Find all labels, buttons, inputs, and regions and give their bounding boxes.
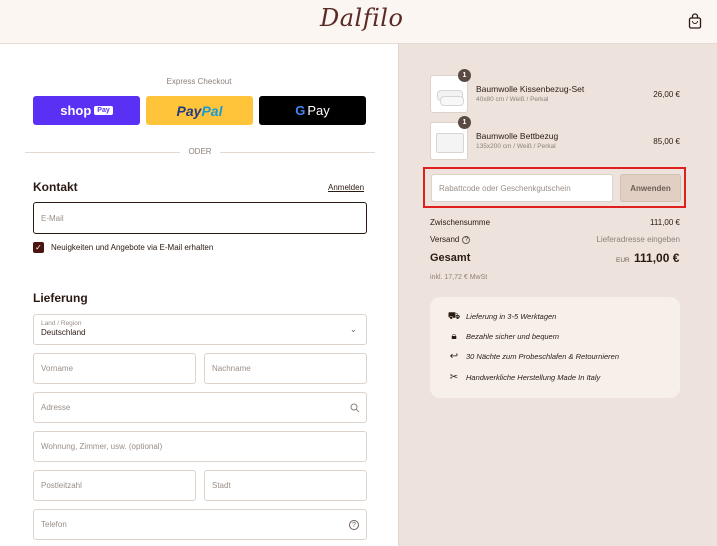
quantity-badge: 1 [458,69,471,82]
country-value: Deutschland [41,328,86,337]
login-link[interactable]: Anmelden [328,183,364,192]
item-name: Baumwolle Bettbezug [476,131,559,141]
google-pay-text: Pay [307,103,330,118]
brand-logo[interactable]: Dalfilo [320,4,403,32]
cart-item: 1 Baumwolle Bettbezug 135x200 cm / Weiß … [430,116,680,160]
benefits-box: ⛟ Lieferung in 3-5 Werktagen 🔒︎ Bezahle si… [430,297,680,398]
sewing-machine-icon: ✂ [449,372,459,383]
zip-placeholder: Postleitzahl [41,481,82,490]
help-icon[interactable]: ? [349,520,359,530]
paypal-button[interactable]: Pay Pal [146,96,253,125]
discount-placeholder: Rabattcode oder Geschenkgutschein [439,183,571,193]
total-value: 111,00 € [634,251,680,265]
tax-note: inkl. 17,72 € MwSt [430,274,488,281]
zip-field[interactable]: Postleitzahl [33,470,196,501]
cart-item: 1 Baumwolle Kissenbezug-Set 40x80 cm / W… [430,69,680,113]
shopping-bag-icon[interactable] [688,13,702,29]
checkout-form-panel: Express Checkout shop Pay Pay Pal G Pay O… [0,44,398,546]
help-icon[interactable]: ? [462,235,471,244]
shop-pay-text: shop [60,103,92,118]
discount-section: Rabattcode oder Geschenkgutschein Anwend… [423,167,686,208]
item-price: 85,00 € [653,137,680,146]
total-currency: EUR [616,257,630,264]
discount-code-input[interactable]: Rabattcode oder Geschenkgutschein [431,174,613,202]
benefit-item: ↩ 30 Nächte zum Probeschlafen & Retournie… [447,351,619,362]
item-name: Baumwolle Kissenbezug-Set [476,84,585,94]
shop-pay-chip: Pay [94,106,113,115]
newsletter-label: Neuigkeiten und Angebote via E-Mail erha… [51,243,214,252]
express-checkout-label: Express Checkout [166,77,232,86]
benefit-text: Handwerkliche Herstellung Made In Italy [466,373,601,382]
phone-placeholder: Telefon [41,520,67,529]
google-pay-button[interactable]: G Pay [259,96,366,125]
subtotal-value: 111,00 € [650,218,680,227]
apply-discount-button[interactable]: Anwenden [620,174,681,202]
first-name-field[interactable]: Vorname [33,353,196,384]
google-g-icon: G [295,103,306,118]
benefit-text: Lieferung in 3-5 Werktagen [466,312,557,321]
contact-title: Kontakt [33,180,78,194]
paypal-pal-text: Pal [201,102,223,119]
email-placeholder: E-Mail [41,213,64,223]
lock-icon: 🔒︎ [451,331,457,342]
last-name-field[interactable]: Nachname [204,353,367,384]
country-label: Land / Region [41,320,82,327]
benefit-item: ✂ Handwerkliche Herstellung Made In Italy [447,372,600,383]
header: Dalfilo [0,0,717,44]
shop-pay-button[interactable]: shop Pay [33,96,140,125]
shipping-row: Versand? Lieferadresse eingeben [430,235,680,244]
benefit-text: 30 Nächte zum Probeschlafen & Retournier… [466,352,620,361]
phone-field[interactable]: Telefon ? [33,509,367,540]
shipping-value: Lieferadresse eingeben [596,235,680,244]
paypal-pay-text: Pay [176,102,202,119]
country-select[interactable]: Land / Region Deutschland ⌄ [33,314,367,345]
benefit-item: 🔒︎ Bezahle sicher und bequem [447,331,559,342]
or-divider: ODER [25,147,375,157]
city-placeholder: Stadt [212,481,231,490]
newsletter-checkbox[interactable]: ✓ [33,242,44,253]
city-field[interactable]: Stadt [204,470,367,501]
email-field[interactable]: E-Mail [33,202,367,234]
address2-field[interactable]: Wohnung, Zimmer, usw. (optional) [33,431,367,462]
address2-placeholder: Wohnung, Zimmer, usw. (optional) [41,442,163,451]
delivery-title: Lieferung [33,291,88,305]
shipping-label: Versand [430,235,460,244]
order-summary-panel [398,44,717,546]
address-field[interactable]: Adresse [33,392,367,423]
subtotal-label: Zwischensumme [430,218,491,227]
chevron-down-icon: ⌄ [350,325,357,334]
item-variant: 135x200 cm / Weiß / Perkal [476,143,556,150]
or-divider-text: ODER [180,147,220,156]
total-label: Gesamt [430,252,471,264]
item-price: 26,00 € [653,90,680,99]
benefit-text: Bezahle sicher und bequem [466,332,559,341]
last-name-placeholder: Nachname [212,364,251,373]
search-icon [350,403,360,413]
return-arrow-icon: ↩ [449,351,459,362]
truck-icon: ⛟ [447,311,461,322]
address-placeholder: Adresse [41,403,71,412]
item-variant: 40x80 cm / Weiß / Perkal [476,96,549,103]
subtotal-row: Zwischensumme 111,00 € [430,218,680,227]
quantity-badge: 1 [458,116,471,129]
benefit-item: ⛟ Lieferung in 3-5 Werktagen [447,311,557,324]
first-name-placeholder: Vorname [41,364,74,373]
